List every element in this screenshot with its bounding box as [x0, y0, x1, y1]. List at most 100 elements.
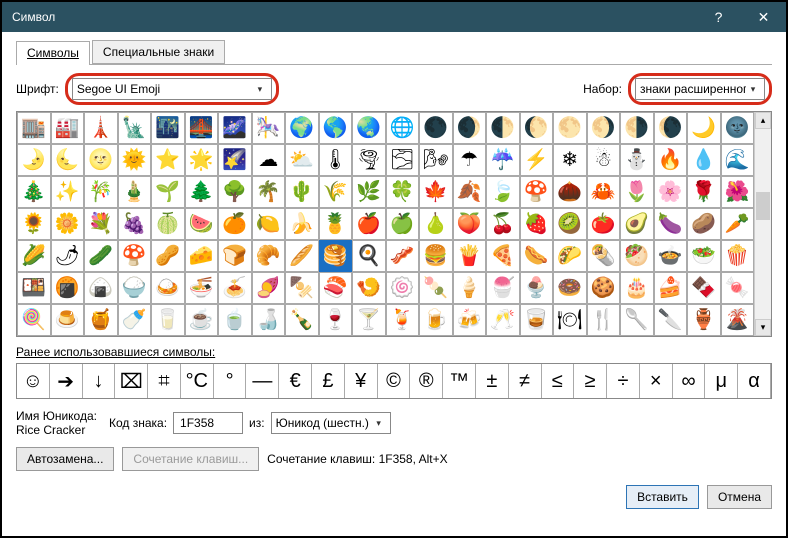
symbol-cell[interactable]: 🍧: [486, 272, 520, 304]
symbol-cell[interactable]: 🥞: [319, 240, 353, 272]
symbol-cell[interactable]: 💧: [687, 144, 721, 176]
symbol-cell[interactable]: 🍑: [453, 208, 487, 240]
recent-cell[interactable]: °C: [181, 364, 214, 398]
symbol-cell[interactable]: 🌞: [118, 144, 152, 176]
symbol-cell[interactable]: 🍀: [386, 176, 420, 208]
scrollbar[interactable]: ▴ ▾: [754, 112, 771, 336]
symbol-cell[interactable]: 🌉: [185, 112, 219, 144]
symbol-cell[interactable]: 🌽: [17, 240, 51, 272]
symbol-cell[interactable]: ⭐: [151, 144, 185, 176]
symbol-cell[interactable]: 🌷: [620, 176, 654, 208]
symbol-cell[interactable]: 🥃: [520, 304, 554, 336]
symbol-cell[interactable]: 🌊: [721, 144, 755, 176]
symbol-cell[interactable]: 🍾: [285, 304, 319, 336]
code-input[interactable]: 1F358: [173, 412, 243, 434]
recent-cell[interactable]: μ: [705, 364, 738, 398]
symbol-cell[interactable]: 🥒: [84, 240, 118, 272]
symbol-cell[interactable]: 🍳: [352, 240, 386, 272]
symbol-cell[interactable]: 🌑: [419, 112, 453, 144]
recent-cell[interactable]: —: [246, 364, 279, 398]
symbol-cell[interactable]: 🍫: [687, 272, 721, 304]
symbol-cell[interactable]: 🌾: [319, 176, 353, 208]
symbol-cell[interactable]: 🥔: [687, 208, 721, 240]
symbol-cell[interactable]: ☂: [453, 144, 487, 176]
recent-cell[interactable]: °: [214, 364, 247, 398]
help-button[interactable]: ?: [696, 2, 741, 32]
symbol-cell[interactable]: 🍡: [419, 272, 453, 304]
symbol-cell[interactable]: 🍥: [386, 272, 420, 304]
symbol-cell[interactable]: 🍸: [352, 304, 386, 336]
symbol-cell[interactable]: 🌪: [352, 144, 386, 176]
symbol-cell[interactable]: 🥕: [721, 208, 755, 240]
symbol-cell[interactable]: 🌸: [654, 176, 688, 208]
tab-special[interactable]: Специальные знаки: [92, 40, 225, 64]
recent-cell[interactable]: ☺: [17, 364, 50, 398]
symbol-cell[interactable]: 🍜: [185, 272, 219, 304]
symbol-cell[interactable]: 🌌: [218, 112, 252, 144]
symbol-cell[interactable]: 🎍: [118, 176, 152, 208]
recent-cell[interactable]: ➔: [50, 364, 83, 398]
symbol-cell[interactable]: 🌋: [721, 304, 755, 336]
symbol-cell[interactable]: 🥂: [486, 304, 520, 336]
symbol-cell[interactable]: 🍞: [218, 240, 252, 272]
symbol-cell[interactable]: 🌹: [687, 176, 721, 208]
symbol-cell[interactable]: 🥛: [151, 304, 185, 336]
symbol-cell[interactable]: 🧀: [185, 240, 219, 272]
symbol-cell[interactable]: 🏺: [687, 304, 721, 336]
recent-cell[interactable]: α: [738, 364, 771, 398]
symbol-cell[interactable]: 🍦: [453, 272, 487, 304]
recent-cell[interactable]: €: [279, 364, 312, 398]
symbol-cell[interactable]: 🍌: [285, 208, 319, 240]
symbol-cell[interactable]: 🍹: [386, 304, 420, 336]
symbol-cell[interactable]: 🍎: [352, 208, 386, 240]
symbol-cell[interactable]: 🍕: [486, 240, 520, 272]
symbol-cell[interactable]: 🍨: [520, 272, 554, 304]
symbol-cell[interactable]: ⛄: [620, 144, 654, 176]
symbol-cell[interactable]: 🔪: [654, 304, 688, 336]
symbol-cell[interactable]: 🍈: [151, 208, 185, 240]
symbol-cell[interactable]: 💐: [84, 208, 118, 240]
insert-button[interactable]: Вставить: [626, 485, 699, 509]
symbol-cell[interactable]: 🌳: [218, 176, 252, 208]
autocorrect-button[interactable]: Автозамена...: [16, 447, 114, 471]
symbol-cell[interactable]: 🍅: [587, 208, 621, 240]
symbol-cell[interactable]: 🍬: [721, 272, 755, 304]
symbol-cell[interactable]: 🥑: [620, 208, 654, 240]
symbol-cell[interactable]: 🍙: [84, 272, 118, 304]
symbol-cell[interactable]: 🍼: [118, 304, 152, 336]
symbol-cell[interactable]: 🍍: [319, 208, 353, 240]
recent-cell[interactable]: ¥: [345, 364, 378, 398]
symbol-cell[interactable]: 🌿: [352, 176, 386, 208]
symbol-cell[interactable]: 🌜: [51, 144, 85, 176]
symbol-cell[interactable]: 🌐: [386, 112, 420, 144]
symbol-cell[interactable]: 🍝: [218, 272, 252, 304]
symbol-cell[interactable]: 🍩: [553, 272, 587, 304]
symbol-cell[interactable]: 🍣: [319, 272, 353, 304]
scroll-thumb[interactable]: [756, 192, 770, 220]
symbol-cell[interactable]: 🌡: [319, 144, 353, 176]
symbol-cell[interactable]: ☕: [185, 304, 219, 336]
symbol-cell[interactable]: 🍮: [51, 304, 85, 336]
symbol-cell[interactable]: 🍉: [185, 208, 219, 240]
symbol-cell[interactable]: ❄: [553, 144, 587, 176]
symbol-cell[interactable]: 🍐: [419, 208, 453, 240]
symbol-cell[interactable]: 🌵: [285, 176, 319, 208]
symbol-cell[interactable]: 🌖: [587, 112, 621, 144]
symbol-cell[interactable]: 🍭: [17, 304, 51, 336]
symbol-cell[interactable]: 🍓: [520, 208, 554, 240]
recent-cell[interactable]: ÷: [607, 364, 640, 398]
recent-cell[interactable]: ±: [476, 364, 509, 398]
symbol-cell[interactable]: 🍟: [453, 240, 487, 272]
symbol-cell[interactable]: 🍄: [520, 176, 554, 208]
symbol-cell[interactable]: 🎄: [17, 176, 51, 208]
symbol-cell[interactable]: 🌝: [84, 144, 118, 176]
symbol-cell[interactable]: 🍱: [17, 272, 51, 304]
symbol-cell[interactable]: ☃: [587, 144, 621, 176]
symbol-cell[interactable]: 🍚: [118, 272, 152, 304]
symbol-cell[interactable]: 🍄: [118, 240, 152, 272]
symbol-cell[interactable]: 🥄: [620, 304, 654, 336]
symbol-cell[interactable]: 🌚: [721, 112, 755, 144]
symbol-cell[interactable]: 🍋: [252, 208, 286, 240]
symbol-cell[interactable]: 🌶: [51, 240, 85, 272]
set-select[interactable]: знаки расширенного ▾: [635, 78, 765, 100]
